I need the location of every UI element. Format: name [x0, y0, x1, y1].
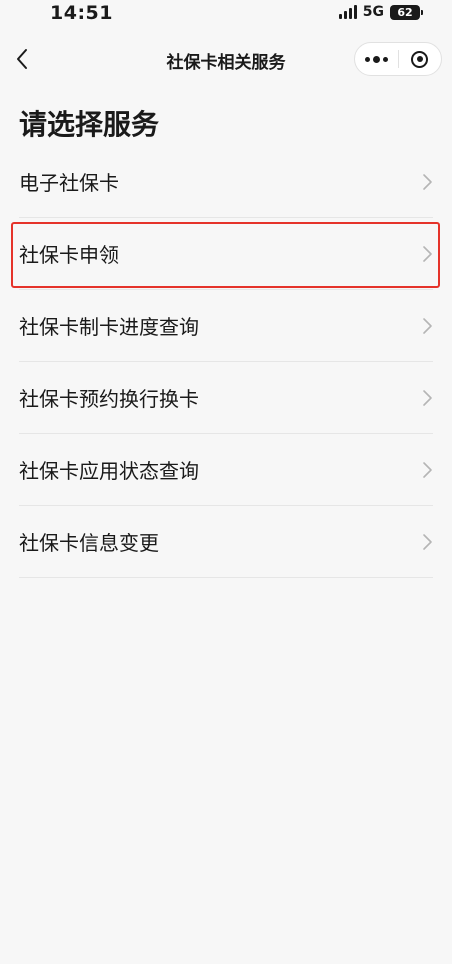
- service-list: 电子社保卡 社保卡申领 社保卡制卡进度查询 社保卡预约换行换卡 社保卡应用状态查…: [11, 146, 440, 578]
- service-item-status-query[interactable]: 社保卡应用状态查询: [19, 434, 433, 506]
- more-button[interactable]: [355, 43, 398, 75]
- chevron-right-icon: [423, 533, 432, 550]
- nav-bar: 社保卡相关服务: [0, 28, 452, 90]
- service-item-electronic-card[interactable]: 电子社保卡: [19, 146, 433, 218]
- network-type: 5G: [362, 4, 384, 20]
- service-item-info-change[interactable]: 社保卡信息变更: [19, 506, 433, 578]
- service-item-label: 社保卡申领: [19, 243, 119, 267]
- status-bar: 14:51 5G 62: [0, 0, 452, 28]
- service-item-label: 社保卡信息变更: [19, 531, 159, 555]
- miniprogram-capsule: [354, 42, 442, 76]
- section-heading: 请选择服务: [19, 108, 160, 141]
- battery-icon: 62: [390, 4, 423, 20]
- signal-icon: [338, 5, 357, 19]
- service-item-label: 社保卡制卡进度查询: [19, 315, 199, 339]
- chevron-right-icon: [423, 245, 432, 262]
- service-item-label: 社保卡预约换行换卡: [19, 387, 199, 411]
- service-item-card-replacement[interactable]: 社保卡预约换行换卡: [19, 362, 433, 434]
- chevron-right-icon: [423, 461, 432, 478]
- battery-level: 62: [397, 5, 413, 19]
- service-item-production-progress[interactable]: 社保卡制卡进度查询: [19, 290, 433, 362]
- record-circle-icon: [411, 50, 429, 68]
- chevron-right-icon: [423, 317, 432, 334]
- chevron-right-icon: [423, 389, 432, 406]
- service-item-card-application[interactable]: 社保卡申领: [11, 218, 440, 290]
- status-time: 14:51: [50, 2, 113, 24]
- service-item-label: 电子社保卡: [19, 171, 119, 195]
- service-item-label: 社保卡应用状态查询: [19, 459, 199, 483]
- more-dots-icon: [364, 55, 388, 63]
- close-button[interactable]: [399, 43, 442, 75]
- status-indicators: 5G 62: [338, 4, 423, 20]
- chevron-right-icon: [423, 173, 432, 190]
